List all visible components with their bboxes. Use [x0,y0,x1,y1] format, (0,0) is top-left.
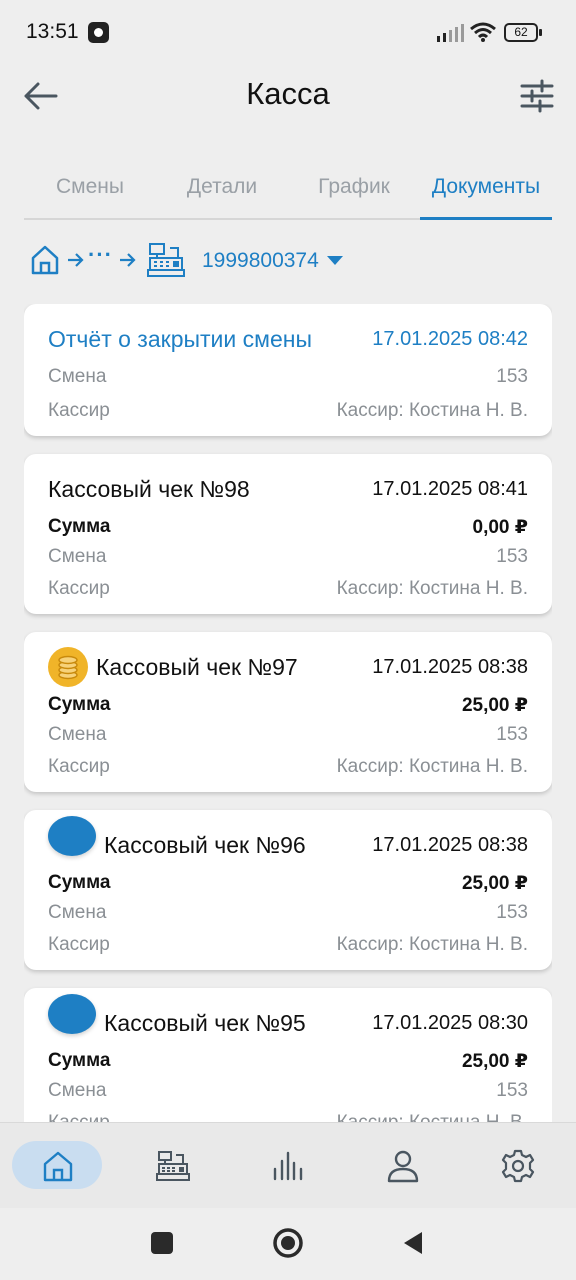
document-card[interactable]: Кассовый чек №96 17.01.2025 08:38 Сумма … [24,810,552,970]
nav-statistics[interactable] [230,1123,345,1208]
shift-value: 153 [496,366,528,387]
document-title-group: Кассовый чек №95 [48,994,306,1052]
nav-profile[interactable] [346,1123,461,1208]
nav-home[interactable] [0,1123,115,1208]
chevron-down-icon[interactable] [327,256,343,265]
cashier-label: Кассир [48,934,110,955]
credit-card-icon [48,816,96,856]
document-card[interactable]: Кассовый чек №95 17.01.2025 08:30 Сумма … [24,988,552,1122]
shift-label: Смена [48,546,107,567]
breadcrumb-ellipsis[interactable]: ··· [88,242,113,268]
document-date: 17.01.2025 08:30 [372,1011,528,1034]
notification-app-icon [88,22,109,43]
status-bar: 13:51 62 [0,0,576,64]
document-card[interactable]: Кассовый чек №97 17.01.2025 08:38 Сумма … [24,632,552,792]
document-date: 17.01.2025 08:38 [372,655,528,678]
home-button[interactable] [272,1227,304,1259]
shift-value: 153 [496,724,528,745]
recent-apps-button[interactable] [151,1232,173,1254]
cash-register-icon [155,1151,190,1181]
document-date: 17.01.2025 08:41 [372,477,528,500]
shift-label: Смена [48,902,107,923]
app-bar: Касса [0,64,576,128]
shift-label: Смена [48,724,107,745]
breadcrumb: ··· 1999800374 [30,240,550,284]
shift-value: 153 [496,546,528,567]
tab-schedule[interactable]: График [288,162,420,218]
document-title: Кассовый чек №96 [104,831,306,858]
home-icon [43,1151,72,1182]
nav-settings[interactable] [461,1123,576,1208]
sum-label: Сумма [48,872,111,893]
sum-label: Сумма [48,516,111,537]
arrow-right-icon [120,253,136,267]
cashier-label: Кассир [48,578,110,599]
document-title-group: Кассовый чек №96 [48,816,306,874]
sum-label: Сумма [48,1050,111,1071]
gear-icon [502,1149,535,1183]
bar-chart-icon [273,1151,303,1181]
status-time: 13:51 [26,20,79,43]
tab-bar: Смены Детали График Документы [24,162,552,220]
document-title-group: Кассовый чек №97 [48,647,298,687]
nav-cash-register[interactable] [115,1123,230,1208]
cashier-label: Кассир [48,400,110,421]
back-button[interactable] [402,1230,424,1256]
cashier-label: Кассир [48,1112,110,1122]
document-title: Отчёт о закрытии смены [48,325,312,352]
tab-shifts[interactable]: Смены [24,162,156,218]
shift-value: 153 [496,902,528,923]
shift-label: Смена [48,366,107,387]
battery-icon: 62 [504,23,542,42]
sliders-icon[interactable] [520,76,554,116]
document-card[interactable]: Отчёт о закрытии смены 17.01.2025 08:42 … [24,304,552,436]
page-title: Касса [246,76,330,111]
shift-label: Смена [48,1080,107,1101]
documents-list: Отчёт о закрытии смены 17.01.2025 08:42 … [24,304,552,1122]
wifi-icon [470,22,496,42]
cashier-value: Кассир: Костина Н. В. [336,578,528,599]
cashier-value: Кассир: Костина Н. В. [336,756,528,777]
document-title: Кассовый чек №97 [96,653,298,680]
credit-card-icon [48,994,96,1034]
cashier-label: Кассир [48,756,110,777]
document-date: 17.01.2025 08:38 [372,833,528,856]
cashier-value: Кассир: Костина Н. В. [336,400,528,421]
document-title: Кассовый чек №98 [48,475,250,502]
tab-details[interactable]: Детали [156,162,288,218]
document-title: Кассовый чек №95 [104,1009,306,1036]
cashier-value: Кассир: Костина Н. В. [336,934,528,955]
register-selector[interactable]: 1999800374 [202,249,319,273]
sum-value: 0,00 ₽ [472,516,528,538]
bottom-navigation [0,1122,576,1208]
home-icon[interactable] [30,244,60,276]
signal-icon [437,24,464,42]
sum-value: 25,00 ₽ [461,1050,528,1072]
system-navigation [0,1208,576,1280]
document-card[interactable]: Кассовый чек №98 17.01.2025 08:41 Сумма … [24,454,552,614]
user-icon [388,1150,419,1183]
document-date: 17.01.2025 08:42 [372,327,528,350]
sum-label: Сумма [48,694,111,715]
shift-value: 153 [496,1080,528,1101]
cash-register-icon [147,243,185,277]
cashier-value: Кассир: Костина Н. В. [337,1112,528,1122]
sum-value: 25,00 ₽ [461,694,528,716]
coins-icon [48,647,88,687]
sum-value: 25,00 ₽ [461,872,528,894]
arrow-right-icon [68,253,84,267]
tab-documents[interactable]: Документы [420,162,552,220]
